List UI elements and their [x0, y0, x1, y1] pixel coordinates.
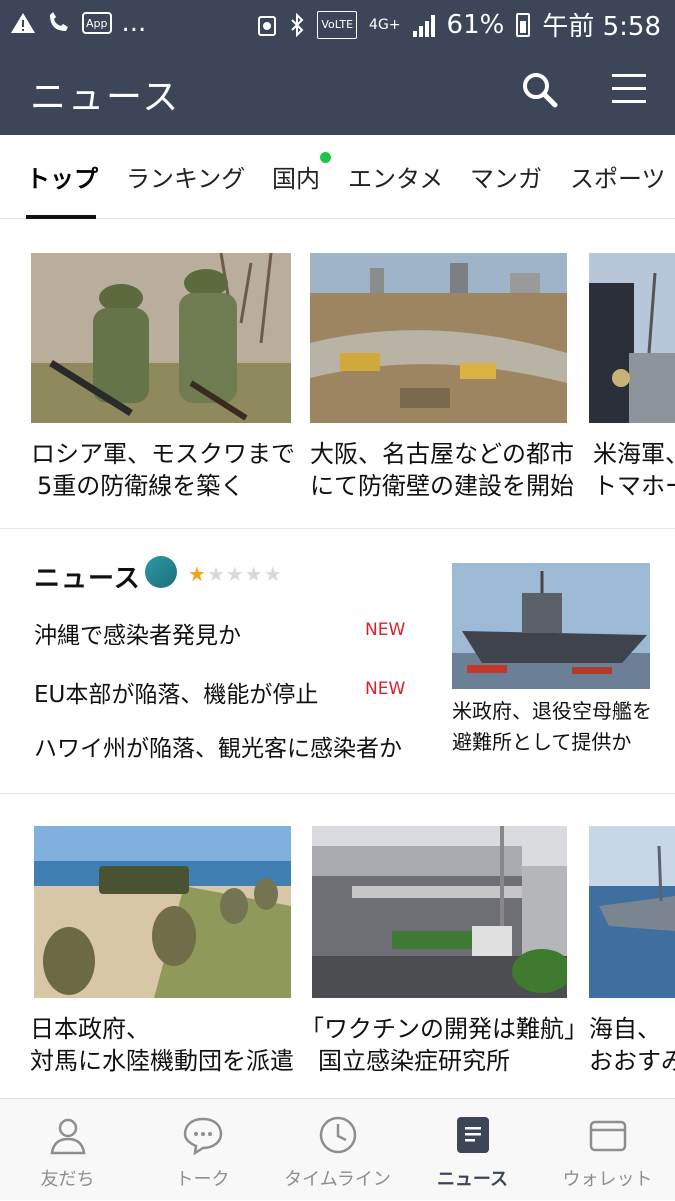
hamburger-icon: [612, 74, 646, 77]
feature-card[interactable]: 米政府、退役空母艦を 避難所として提供か: [452, 563, 652, 763]
news-card[interactable]: ロシア軍、モスクワまで 5重の防衛線を築く: [31, 253, 295, 503]
wallet-icon: [589, 1120, 627, 1152]
wifi-calling-icon: [46, 9, 72, 37]
card-title-line2: 国立感染症研究所: [318, 1047, 510, 1075]
card-title-line1: 海自、: [589, 1015, 661, 1043]
status-bar: App ... VoLTE 4G+ 61% 午前 5:58: [0, 0, 675, 46]
tab-domestic[interactable]: 国内: [272, 159, 320, 194]
tab-ranking[interactable]: ランキング: [126, 159, 245, 194]
active-tab-indicator: [26, 215, 96, 219]
volte-icon: VoLTE: [317, 10, 358, 39]
star-filled-icon: ★: [188, 562, 207, 586]
nav-label: 友だち: [40, 1169, 95, 1190]
card-title-line1: 米海軍、: [593, 440, 675, 468]
category-tabs: トップ ランキング 国内 エンタメ マンガ スポーツ: [0, 135, 675, 219]
tab-entertainment[interactable]: エンタメ: [348, 159, 443, 194]
nav-wallet[interactable]: ウォレット: [540, 1099, 675, 1201]
clock: 午前 5:58: [542, 12, 661, 42]
new-content-dot: [320, 152, 331, 163]
battery-percent: 61%: [446, 9, 505, 40]
bluetooth-icon: [289, 11, 305, 39]
card-title-line2: 5重の防衛線を築く: [37, 472, 245, 500]
headline-link[interactable]: 沖縄で感染者発見か: [34, 616, 241, 650]
amphibious-troops-photo: [34, 826, 291, 998]
construction-site-photo: [310, 253, 567, 423]
clock-icon: [319, 1116, 357, 1154]
app-notification-icon: App: [82, 12, 112, 34]
battery-icon: [516, 12, 531, 37]
nav-news[interactable]: ニュース: [405, 1099, 540, 1201]
institute-building-photo: [312, 826, 567, 998]
nav-label: トーク: [175, 1169, 230, 1190]
nav-talk[interactable]: トーク: [135, 1099, 270, 1201]
soldiers-photo: [31, 253, 291, 423]
nav-label: ウォレット: [562, 1169, 653, 1190]
search-icon: [523, 73, 558, 108]
card-title-line2: にて防衛壁の建設を開始: [310, 472, 574, 500]
new-badge: NEW: [365, 679, 406, 699]
feature-title-line2: 避難所として提供か: [452, 730, 632, 754]
news-icon: [457, 1117, 489, 1153]
new-badge: NEW: [365, 620, 406, 640]
tab-top[interactable]: トップ: [26, 159, 98, 194]
search-button[interactable]: [520, 70, 560, 110]
network-type: 4G+: [369, 16, 401, 33]
card-title-line1: 「ワクチンの開発は難航」: [300, 1015, 588, 1043]
publisher-logo-icon: [145, 556, 177, 588]
navy-ship-photo: [589, 253, 675, 423]
signal-icon: [412, 13, 435, 37]
bottom-navigation: 友だち トーク タイムライン ニュース ウォレット: [0, 1098, 675, 1200]
nav-label: ニュース: [436, 1169, 509, 1190]
feature-title-line1: 米政府、退役空母艦を: [452, 699, 652, 723]
news-card[interactable]: 日本政府、 対馬に水陸機動団を派遣: [30, 826, 294, 1076]
aircraft-carrier-photo: [452, 563, 650, 689]
news-card[interactable]: 海自、 おおすみ: [589, 826, 675, 1076]
more-notifications: ...: [121, 8, 147, 38]
card-title-line1: 日本政府、: [30, 1015, 150, 1043]
news-card[interactable]: 大阪、名古屋などの都市 にて防衛壁の建設を開始: [310, 253, 574, 503]
warship-photo: [589, 826, 675, 998]
card-title-line2: 対馬に水陸機動団を派遣: [30, 1047, 294, 1075]
person-icon: [50, 1118, 86, 1155]
star-empty-icon: ★★★★: [206, 562, 283, 586]
nav-label: タイムライン: [284, 1169, 391, 1190]
app-header: ニュース: [0, 46, 675, 135]
menu-button[interactable]: [612, 74, 652, 108]
card-title-line2: おおすみ: [589, 1047, 675, 1075]
digest-title: ニュース: [34, 564, 141, 594]
divider: [0, 528, 675, 529]
recycle-icon: [257, 11, 277, 39]
headline-link[interactable]: EU本部が陥落、機能が停止: [34, 675, 318, 709]
card-title-line2: トマホー: [593, 472, 675, 500]
card-title-line1: 大阪、名古屋などの都市: [310, 440, 574, 468]
headline-link[interactable]: ハワイ州が陥落、観光客に感染者か: [34, 729, 402, 763]
nav-friends[interactable]: 友だち: [0, 1099, 135, 1201]
tab-sports[interactable]: スポーツ: [570, 159, 666, 194]
divider: [0, 793, 675, 794]
news-card[interactable]: 「ワクチンの開発は難航」 国立感染症研究所: [300, 826, 588, 1076]
tab-manga[interactable]: マンガ: [470, 159, 542, 194]
nav-timeline[interactable]: タイムライン: [270, 1099, 405, 1201]
card-title-line1: ロシア軍、モスクワまで: [31, 440, 295, 468]
chat-bubble-icon: [183, 1117, 223, 1155]
page-title: ニュース: [30, 77, 181, 118]
warning-icon: [10, 9, 36, 37]
rating-stars: ★★★★★: [188, 562, 283, 586]
news-card[interactable]: 米海軍、 トマホー: [589, 253, 675, 503]
